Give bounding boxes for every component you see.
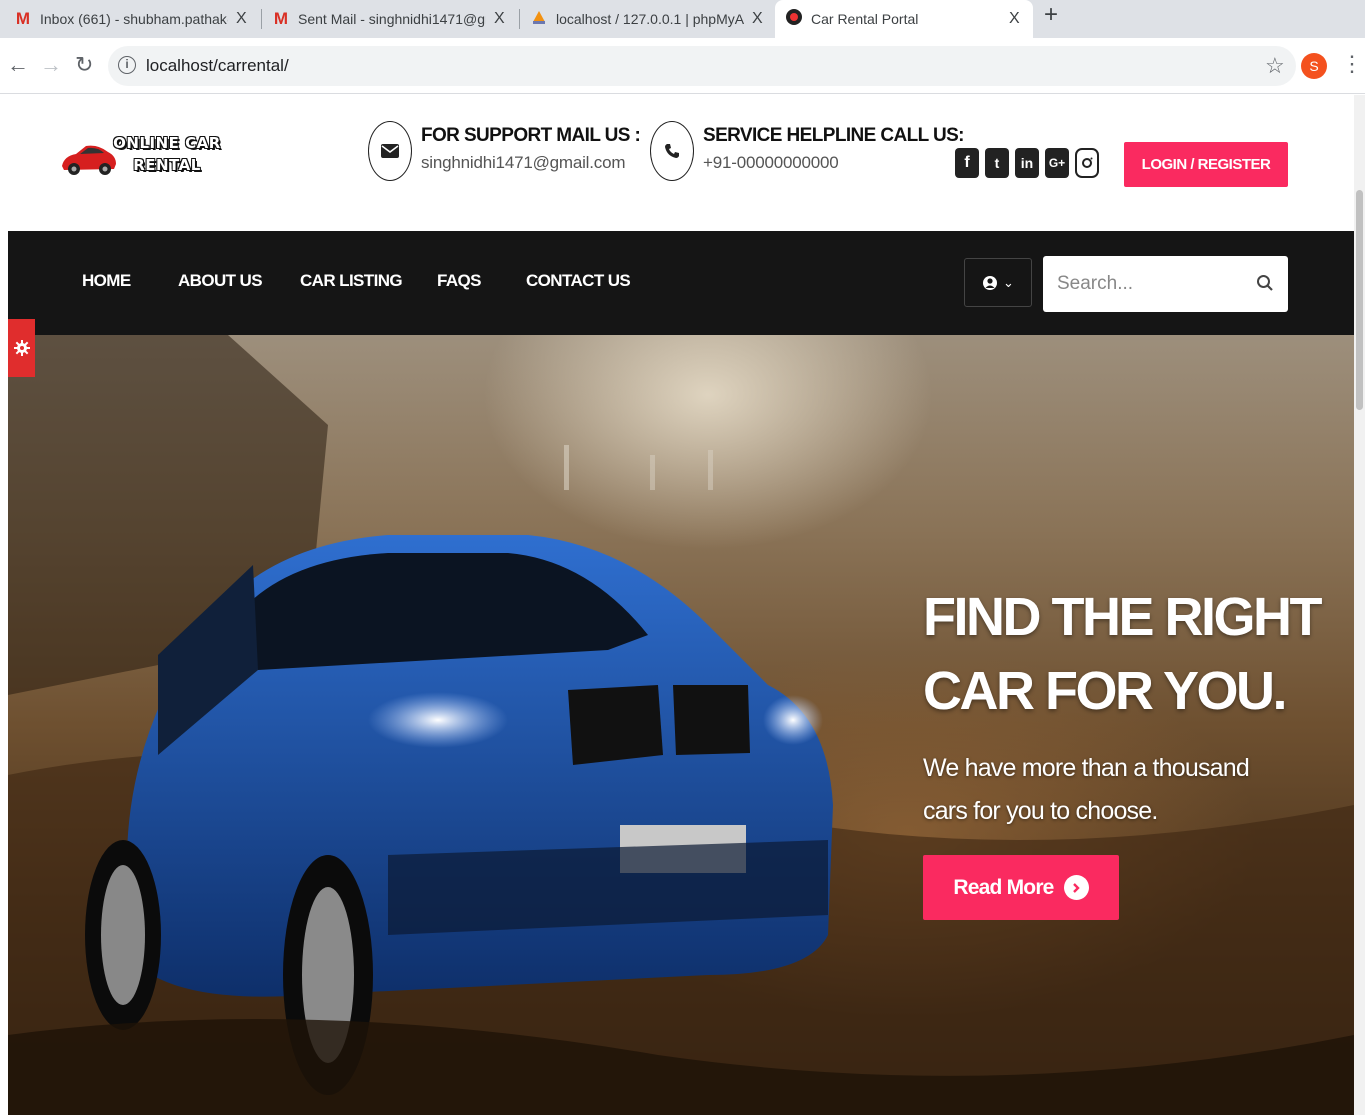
instagram-icon[interactable] <box>1075 148 1099 178</box>
browser-tab-sent-mail[interactable]: M Sent Mail - singhnidhi1471@gm X <box>262 0 520 38</box>
search-box <box>1043 256 1288 312</box>
browser-tab-phpmyadmin[interactable]: localhost / 127.0.0.1 | phpMyAdm X <box>520 0 775 38</box>
tab-close-button[interactable]: X <box>236 10 247 28</box>
tab-close-button[interactable]: X <box>494 10 505 28</box>
logo-line-2: RENTAL <box>133 156 201 174</box>
forward-arrow-icon[interactable]: → <box>40 52 62 78</box>
red-car-logo-icon <box>62 145 116 175</box>
support-email[interactable]: singhnidhi1471@gmail.com <box>421 153 640 173</box>
new-tab-button[interactable]: + <box>1044 0 1058 30</box>
car-rental-icon <box>785 8 803 31</box>
back-arrow-icon[interactable]: ← <box>7 52 29 78</box>
logo-line-1: ONLINE CAR <box>113 134 221 152</box>
scrollbar-thumb[interactable] <box>1356 190 1363 410</box>
nav-faqs[interactable]: FAQS <box>437 271 481 291</box>
search-input[interactable] <box>1057 270 1247 298</box>
browser-menu-icon[interactable]: ⋮ <box>1341 51 1363 77</box>
info-icon[interactable]: i <box>118 56 136 74</box>
gmail-icon: M <box>15 9 31 28</box>
address-url[interactable]: localhost/carrental/ <box>146 56 289 76</box>
social-links: f t in G+ <box>955 148 1099 178</box>
gmail-icon: M <box>273 9 289 28</box>
page-scrollbar[interactable] <box>1354 95 1365 1115</box>
linkedin-icon[interactable]: in <box>1015 148 1039 178</box>
nav-about-us[interactable]: ABOUT US <box>178 271 263 291</box>
chevron-down-icon: ⌄ <box>1003 274 1014 290</box>
read-more-label: Read More <box>953 875 1054 899</box>
tab-title: Inbox (661) - shubham.pathak@ <box>40 11 228 27</box>
hero-title-line-1: FIND THE RIGHT <box>923 587 1322 647</box>
helpline-title: SERVICE HELPLINE CALL US: <box>703 125 964 146</box>
site-logo[interactable]: ONLINE CAR RENTAL <box>58 130 228 180</box>
browser-tab-inbox[interactable]: M Inbox (661) - shubham.pathak@ X <box>4 0 262 38</box>
phpmyadmin-icon <box>530 8 548 31</box>
bookmark-star-icon[interactable]: ☆ <box>1265 53 1285 79</box>
phone-icon <box>650 121 694 181</box>
google-plus-icon[interactable]: G+ <box>1045 148 1069 178</box>
support-title: FOR SUPPORT MAIL US : <box>421 125 641 146</box>
logo-text: ONLINE CAR RENTAL <box>111 132 223 176</box>
login-register-button[interactable]: LOGIN / REGISTER <box>1124 142 1288 187</box>
profile-avatar[interactable]: S <box>1301 53 1327 79</box>
browser-tabstrip: M Inbox (661) - shubham.pathak@ X M Sent… <box>0 0 1365 38</box>
envelope-icon <box>368 121 412 181</box>
gear-icon <box>13 340 30 356</box>
helpline-phone[interactable]: +91-00000000000 <box>703 153 964 173</box>
user-menu-button[interactable]: ⌄ <box>964 258 1032 307</box>
settings-tab[interactable] <box>8 319 35 377</box>
site-header: ONLINE CAR RENTAL FOR SUPPORT MAIL US : … <box>8 95 1354 231</box>
hero-title: FIND THE RIGHT CAR FOR YOU. <box>923 580 1322 728</box>
hero-banner: FIND THE RIGHT CAR FOR YOU. We have more… <box>8 335 1354 1115</box>
nav-contact-us[interactable]: CONTACT US <box>526 271 631 291</box>
nav-home[interactable]: HOME <box>82 271 131 291</box>
facebook-icon[interactable]: f <box>955 148 979 178</box>
nav-car-listing[interactable]: CAR LISTING <box>300 271 403 291</box>
address-bar[interactable]: i localhost/carrental/ ☆ <box>108 46 1296 86</box>
tab-title: Car Rental Portal <box>811 11 919 27</box>
reload-icon[interactable]: ↻ <box>75 52 93 78</box>
tab-close-button[interactable]: X <box>1009 10 1020 28</box>
support-mail-block: FOR SUPPORT MAIL US : singhnidhi1471@gma… <box>368 121 641 181</box>
chevron-right-icon <box>1063 875 1089 900</box>
hero-title-line-2: CAR FOR YOU. <box>923 661 1288 721</box>
read-more-button[interactable]: Read More <box>923 855 1119 920</box>
tab-close-button[interactable]: X <box>752 10 763 28</box>
tab-title: Sent Mail - singhnidhi1471@gm <box>298 11 486 27</box>
helpline-block: SERVICE HELPLINE CALL US: +91-0000000000… <box>650 121 964 181</box>
search-icon[interactable] <box>1256 274 1274 292</box>
main-navbar: HOME ABOUT US CAR LISTING FAQS CONTACT U… <box>8 231 1354 335</box>
tab-title: localhost / 127.0.0.1 | phpMyAdm <box>556 11 744 27</box>
user-circle-icon <box>983 275 998 290</box>
browser-tab-car-rental-portal[interactable]: Car Rental Portal X <box>775 0 1033 38</box>
browser-toolbar: ← → ↻ i localhost/carrental/ ☆ <box>0 38 1365 94</box>
web-page: ONLINE CAR RENTAL FOR SUPPORT MAIL US : … <box>8 95 1354 1115</box>
hero-subtitle: We have more than a thousand cars for yo… <box>923 754 1250 825</box>
twitter-icon[interactable]: t <box>985 148 1009 178</box>
